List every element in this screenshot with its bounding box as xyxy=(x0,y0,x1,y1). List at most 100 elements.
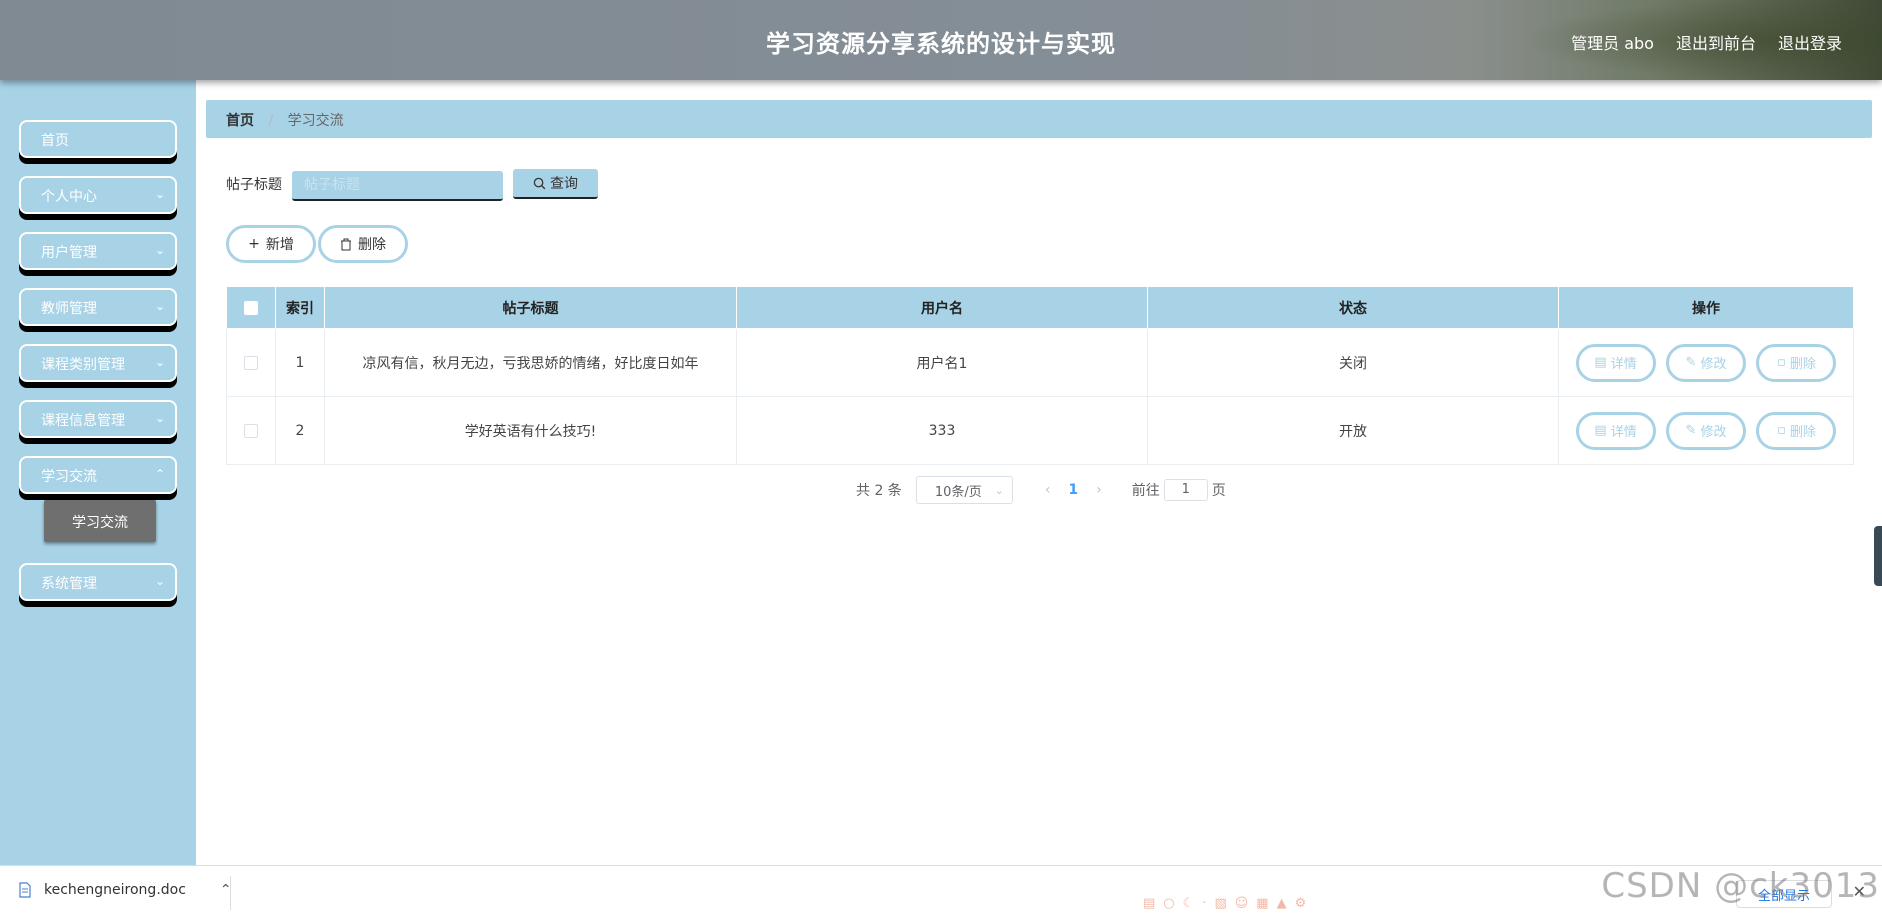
cell-username: 用户名1 xyxy=(736,328,1148,397)
select-all-cell xyxy=(226,286,276,329)
column-header-status: 状态 xyxy=(1147,286,1559,329)
table-header-row: 索引 帖子标题 用户名 状态 操作 xyxy=(226,286,1854,329)
row-checkbox-cell xyxy=(226,328,276,397)
row-delete-button-label: 删除 xyxy=(1789,357,1816,372)
sidebar-item-label: 个人中心 xyxy=(41,189,97,205)
header-actions: 管理员 abo 退出到前台 退出登录 xyxy=(1571,30,1842,54)
table-row: 2 学好英语有什么技巧! 333 开放 ▤ 详情 ✎ 修改 ▫ 删除 xyxy=(226,396,1854,465)
pagination-total: 共 2 条 xyxy=(856,483,902,499)
pagination: 共 2 条 10条/页 ⌄ ‹ 1 › 前往 1 页 xyxy=(856,476,1226,504)
divider xyxy=(230,876,231,910)
edit-icon: ✎ xyxy=(1685,355,1697,370)
row-checkbox-cell xyxy=(226,396,276,465)
chevron-up-icon: ⌃ xyxy=(154,467,165,481)
row-delete-button[interactable]: ▫ 删除 xyxy=(1756,343,1837,382)
sidebar-item-user-management[interactable]: 用户管理 ⌄ xyxy=(19,232,177,270)
goto-page: 前往 1 页 xyxy=(1132,479,1226,501)
breadcrumb-home[interactable]: 首页 xyxy=(226,113,254,129)
goto-suffix: 页 xyxy=(1211,483,1226,499)
table-row: 1 凉风有信，秋月无边，亏我思娇的情绪，好比度日如年 用户名1 关闭 ▤ 详情 … xyxy=(226,328,1854,397)
side-scroll-handle[interactable] xyxy=(1874,526,1882,586)
sidebar-item-label: 课程信息管理 xyxy=(41,413,125,429)
sidebar-item-label: 系统管理 xyxy=(41,576,97,592)
breadcrumb-separator: / xyxy=(268,113,274,129)
select-all-checkbox[interactable] xyxy=(244,300,258,315)
plus-icon: + xyxy=(248,236,260,252)
sidebar-item-study-exchange[interactable]: 学习交流 ⌃ xyxy=(19,456,177,494)
page-size-select[interactable]: 10条/页 ⌄ xyxy=(915,476,1013,504)
chevron-down-icon: ⌄ xyxy=(154,243,165,257)
detail-button-label: 详情 xyxy=(1610,357,1637,372)
cell-index: 2 xyxy=(275,396,325,465)
edit-button-label: 修改 xyxy=(1700,357,1727,372)
detail-button[interactable]: ▤ 详情 xyxy=(1575,411,1656,450)
sidebar-item-label: 学习交流 xyxy=(41,469,97,485)
column-header-username: 用户名 xyxy=(736,286,1148,329)
column-header-actions: 操作 xyxy=(1558,286,1854,329)
document-icon: ▤ xyxy=(1594,355,1607,370)
ime-user-icon: ☺ xyxy=(1234,896,1249,911)
cell-username: 333 xyxy=(736,396,1148,465)
chevron-down-icon: ⌄ xyxy=(154,187,165,201)
sidebar-item-course-info[interactable]: 课程信息管理 ⌄ xyxy=(19,400,177,438)
search-button[interactable]: 查询 xyxy=(513,169,598,199)
trash-icon: ▫ xyxy=(1777,355,1786,370)
exit-to-front-link[interactable]: 退出到前台 xyxy=(1676,30,1756,54)
page-number-current[interactable]: 1 xyxy=(1068,482,1078,498)
edit-button[interactable]: ✎ 修改 xyxy=(1666,343,1746,382)
search-label: 帖子标题 xyxy=(226,177,282,193)
goto-prefix: 前往 xyxy=(1131,483,1160,499)
row-delete-button[interactable]: ▫ 删除 xyxy=(1756,411,1837,450)
sidebar-item-system-management[interactable]: 系统管理 ⌄ xyxy=(19,563,177,601)
submenu-item-study-exchange[interactable]: 学习交流 xyxy=(44,500,156,542)
document-icon: ▤ xyxy=(1594,423,1607,438)
sidebar-item-label: 首页 xyxy=(41,133,69,149)
breadcrumb: 首页 / 学习交流 xyxy=(206,100,1872,138)
sidebar-item-label: 教师管理 xyxy=(41,301,97,317)
ime-skin-icon: ▲ xyxy=(1276,896,1287,911)
detail-button-label: 详情 xyxy=(1610,425,1637,440)
chevron-down-icon: ⌄ xyxy=(154,299,165,313)
show-all-button[interactable]: 全部显示 xyxy=(1736,880,1832,908)
goto-page-input[interactable]: 1 xyxy=(1163,479,1208,501)
detail-button[interactable]: ▤ 详情 xyxy=(1575,343,1656,382)
delete-button-label: 删除 xyxy=(358,237,386,253)
download-filename: kechengneirong.doc xyxy=(44,882,186,898)
sidebar-item-course-category[interactable]: 课程类别管理 ⌄ xyxy=(19,344,177,382)
posts-table: 索引 帖子标题 用户名 状态 操作 1 凉风有信，秋月无边，亏我思娇的情绪，好比… xyxy=(226,286,1854,465)
sidebar-item-home[interactable]: 首页 xyxy=(19,120,177,158)
trash-icon xyxy=(341,238,351,250)
sidebar: 首页 个人中心 ⌄ 用户管理 ⌄ 教师管理 ⌄ 课程类别管理 ⌄ 课程信息管理 … xyxy=(0,80,196,865)
download-item[interactable]: kechengneirong.doc ⌃ xyxy=(18,882,232,898)
chevron-down-icon: ⌄ xyxy=(154,574,165,588)
batch-delete-button[interactable]: 删除 xyxy=(318,225,408,263)
ime-grid-icon: ▦ xyxy=(1256,896,1269,911)
breadcrumb-current: 学习交流 xyxy=(287,113,344,129)
row-delete-button-label: 删除 xyxy=(1789,425,1816,440)
ime-toolbar: ▤ ○ ☾ · ▧ ☺ ▦ ▲ ⚙ xyxy=(1143,896,1306,911)
admin-user-label: 管理员 abo xyxy=(1571,34,1654,53)
add-button[interactable]: + 新增 xyxy=(226,225,316,263)
cell-actions: ▤ 详情 ✎ 修改 ▫ 删除 xyxy=(1558,396,1854,465)
ime-logo-icon: ▤ xyxy=(1143,896,1156,911)
ime-mode-icon: ○ xyxy=(1163,896,1175,911)
search-input[interactable] xyxy=(292,171,503,201)
next-page-icon[interactable]: › xyxy=(1096,482,1102,498)
cell-title: 学好英语有什么技巧! xyxy=(324,396,737,465)
edit-button[interactable]: ✎ 修改 xyxy=(1666,411,1746,450)
download-bar: kechengneirong.doc ⌃ ▤ ○ ☾ · ▧ ☺ ▦ ▲ ⚙ 全… xyxy=(0,865,1882,918)
prev-page-icon[interactable]: ‹ xyxy=(1045,482,1051,498)
row-checkbox[interactable] xyxy=(244,423,258,438)
edit-button-label: 修改 xyxy=(1700,425,1727,440)
sidebar-item-teacher-management[interactable]: 教师管理 ⌄ xyxy=(19,288,177,326)
cell-title: 凉风有信，秋月无边，亏我思娇的情绪，好比度日如年 xyxy=(324,328,737,397)
chevron-down-icon: ⌄ xyxy=(154,411,165,425)
sidebar-item-personal-center[interactable]: 个人中心 ⌄ xyxy=(19,176,177,214)
close-icon[interactable]: ✕ xyxy=(1853,882,1866,901)
add-button-label: 新增 xyxy=(265,237,294,253)
chevron-down-icon: ⌄ xyxy=(154,355,165,369)
logout-link[interactable]: 退出登录 xyxy=(1778,30,1842,54)
cell-actions: ▤ 详情 ✎ 修改 ▫ 删除 xyxy=(1558,328,1854,397)
row-checkbox[interactable] xyxy=(244,355,258,370)
top-header: 学习资源分享系统的设计与实现 管理员 abo 退出到前台 退出登录 xyxy=(0,0,1882,80)
